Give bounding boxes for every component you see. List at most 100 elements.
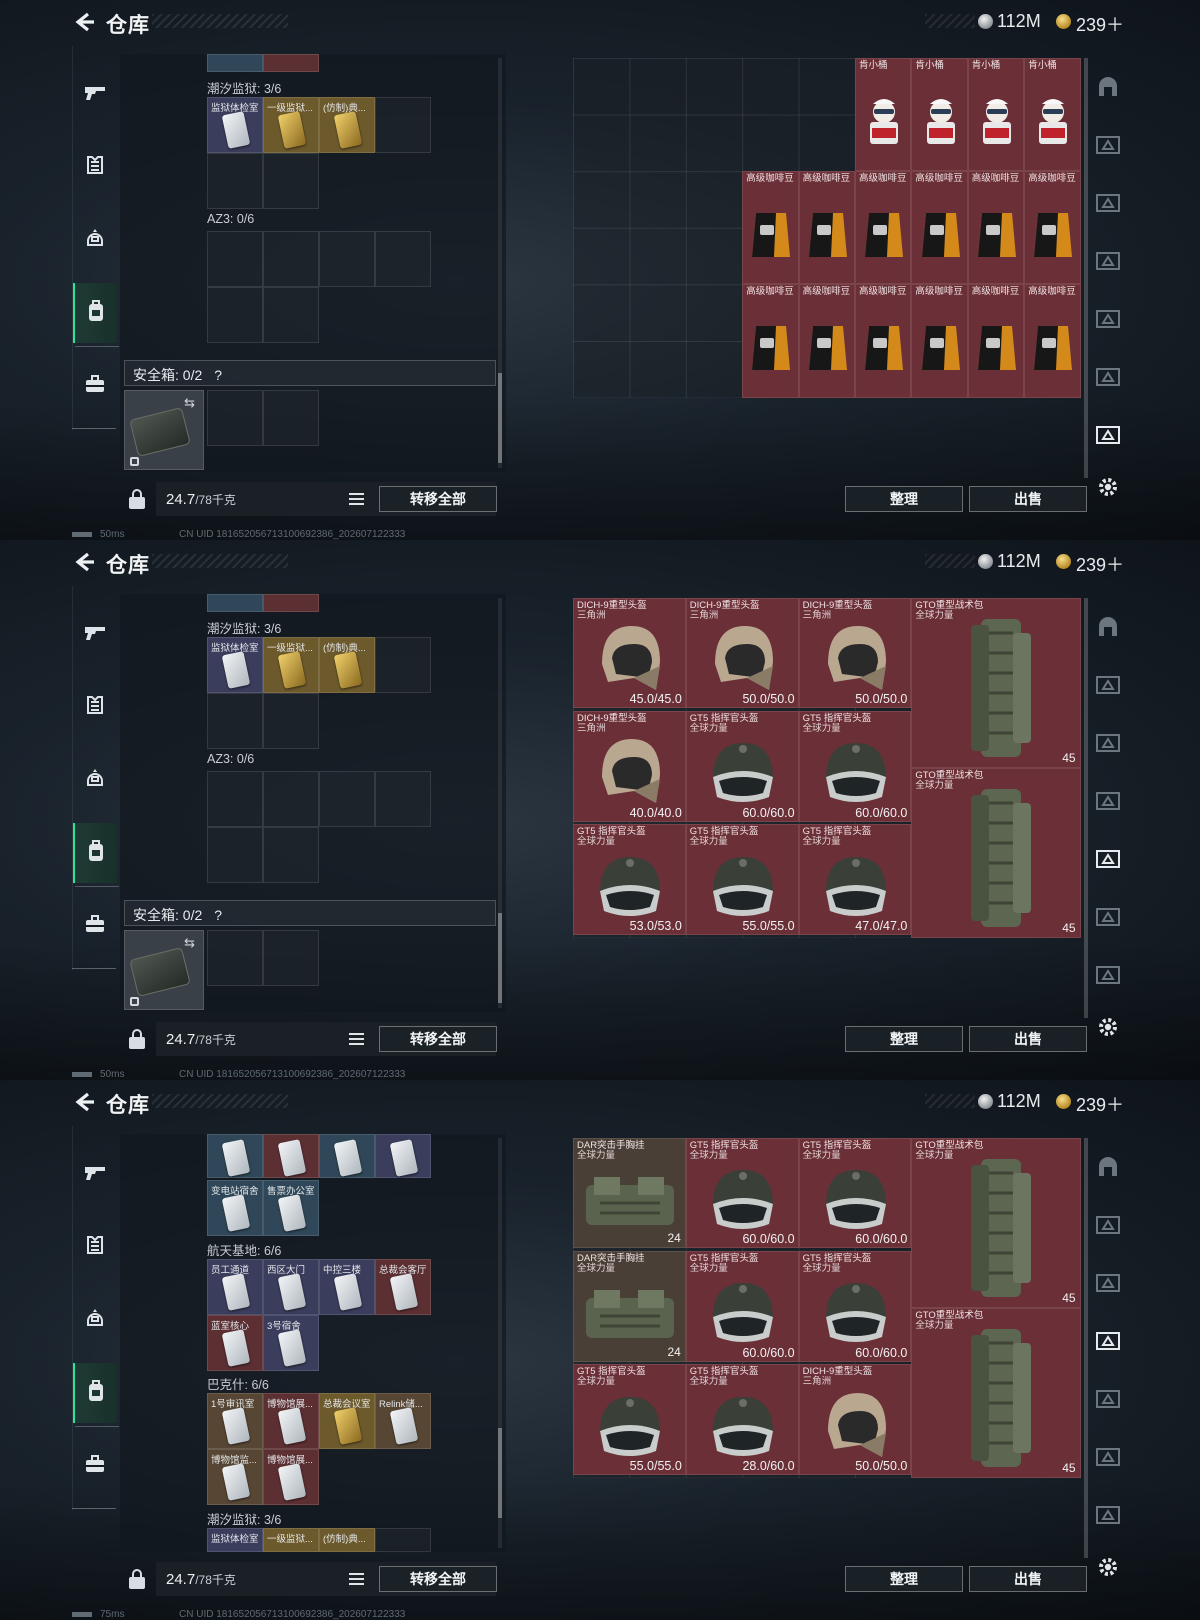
list-view-button[interactable] (345, 487, 369, 511)
settings-button[interactable] (1093, 1554, 1123, 1584)
key-card[interactable]: 总裁会客厅 (375, 1259, 431, 1315)
swap-icon[interactable]: ⇆ (184, 395, 195, 411)
transfer-all-button[interactable]: 转移全部 (379, 1026, 497, 1052)
key-card[interactable]: 蓝室核心 (207, 1315, 263, 1371)
sell-button[interactable]: 出售 (969, 1026, 1087, 1052)
stash-tab-7[interactable] (1093, 422, 1123, 452)
empty-slot[interactable] (263, 231, 319, 287)
stash-tab-2[interactable] (1093, 672, 1123, 702)
empty-slot[interactable] (319, 771, 375, 827)
stash-tab-2[interactable] (1093, 1212, 1123, 1242)
inventory-item[interactable]: 高级咖啡豆 (742, 284, 799, 398)
stash-tab-6[interactable] (1093, 904, 1123, 934)
sort-button[interactable]: 整理 (845, 1026, 963, 1052)
sell-button[interactable]: 出售 (969, 486, 1087, 512)
help-icon[interactable]: ? (214, 367, 222, 383)
empty-slot[interactable] (207, 930, 263, 986)
left-scroll-thumb[interactable] (498, 1428, 502, 1518)
right-scrollbar[interactable] (1084, 1138, 1088, 1558)
empty-slot[interactable] (207, 231, 263, 287)
inventory-item[interactable]: GTO重型战术包 全球力量 45 (911, 598, 1081, 768)
inventory-item[interactable]: 高级咖啡豆 (855, 284, 912, 398)
key-card[interactable]: 监狱体检室 (207, 637, 263, 693)
empty-slot[interactable] (207, 693, 263, 749)
inventory-item[interactable]: DICH-9重型头盔 三角洲 45.0/45.0 (573, 598, 686, 709)
inventory-item[interactable]: 高级咖啡豆 (967, 171, 1025, 285)
inventory-item[interactable]: GT5 指挥官头盔 全球力量 60.0/60.0 (798, 1138, 912, 1249)
inventory-item[interactable]: GT5 指挥官头盔 全球力量 53.0/53.0 (573, 824, 686, 935)
stash-tab-5[interactable] (1093, 846, 1123, 876)
key-card[interactable]: 一级监狱... (263, 1528, 319, 1552)
key-card[interactable] (263, 1134, 319, 1178)
empty-slot[interactable] (263, 390, 319, 446)
transfer-all-button[interactable]: 转移全部 (379, 1566, 497, 1592)
back-button[interactable] (70, 1090, 100, 1118)
key-card[interactable]: 监狱体检室 (207, 1528, 263, 1552)
inventory-item[interactable]: 肯小桶 (967, 58, 1025, 172)
inventory-item[interactable]: 肯小桶 (911, 58, 968, 172)
inventory-item[interactable]: GTO重型战术包 全球力量 45 (911, 767, 1081, 938)
list-view-button[interactable] (345, 1027, 369, 1051)
key-card[interactable] (319, 1134, 375, 1178)
nav-cases[interactable] (73, 896, 117, 956)
inventory-item[interactable]: DICH-9重型头盔 三角洲 50.0/50.0 (685, 598, 799, 709)
empty-slot[interactable] (207, 771, 263, 827)
stash-tab-3[interactable] (1093, 190, 1123, 220)
stash-tab-4[interactable] (1093, 788, 1123, 818)
nav-armor[interactable] (73, 1217, 117, 1277)
nav-helmets[interactable] (73, 750, 117, 810)
back-button[interactable] (70, 550, 100, 578)
nav-backpacks[interactable] (73, 283, 119, 347)
empty-slot[interactable] (319, 231, 375, 287)
inventory-item[interactable]: GT5 指挥官头盔 全球力量 55.0/55.0 (685, 824, 799, 935)
nav-weapons[interactable] (73, 1144, 117, 1204)
stash-tab-6[interactable] (1093, 364, 1123, 394)
inventory-item[interactable]: 高级咖啡豆 (798, 284, 855, 398)
settings-button[interactable] (1093, 1014, 1123, 1044)
sort-button[interactable]: 整理 (845, 1566, 963, 1592)
stash-tab-1[interactable] (1093, 1154, 1123, 1184)
stash-tab-7[interactable] (1093, 962, 1123, 992)
inventory-item[interactable]: 高级咖啡豆 (1024, 171, 1081, 285)
key-card[interactable]: (仿制)典... (319, 1528, 375, 1552)
key-card[interactable]: 员工通道 (207, 1259, 263, 1315)
inventory-item[interactable]: 肯小桶 (855, 58, 912, 172)
inventory-item[interactable]: GT5 指挥官头盔 全球力量 47.0/47.0 (798, 824, 912, 935)
nav-helmets[interactable] (73, 210, 117, 270)
stash-tab-5[interactable] (1093, 1386, 1123, 1416)
swap-icon[interactable]: ⇆ (184, 935, 195, 951)
inventory-item[interactable]: DICH-9重型头盔 三角洲 40.0/40.0 (573, 711, 686, 822)
left-scrollbar[interactable] (498, 598, 502, 1008)
stash-tab-3[interactable] (1093, 730, 1123, 760)
sell-button[interactable]: 出售 (969, 1566, 1087, 1592)
empty-slot[interactable] (207, 153, 263, 209)
inventory-item[interactable]: 高级咖啡豆 (967, 284, 1025, 398)
inventory-item[interactable]: 高级咖啡豆 (798, 171, 855, 285)
stash-tab-1[interactable] (1093, 614, 1123, 644)
right-scrollbar[interactable] (1084, 598, 1088, 1018)
empty-slot[interactable] (375, 771, 431, 827)
empty-slot[interactable] (263, 771, 319, 827)
inventory-item[interactable]: 高级咖啡豆 (911, 284, 968, 398)
key-card[interactable]: 中控三楼 (319, 1259, 375, 1315)
inventory-item[interactable]: DAR突击手胸挂 全球力量 24 (573, 1138, 686, 1249)
key-card[interactable]: 博物馆展... (263, 1393, 319, 1449)
empty-slot[interactable] (263, 930, 319, 986)
stash-tab-2[interactable] (1093, 132, 1123, 162)
empty-slot[interactable] (263, 153, 319, 209)
inventory-item[interactable]: DICH-9重型头盔 三角洲 50.0/50.0 (798, 598, 912, 709)
key-card[interactable]: 3号宿舍 (263, 1315, 319, 1371)
key-card[interactable]: 西区大门 (263, 1259, 319, 1315)
nav-armor[interactable] (73, 677, 117, 737)
inventory-item[interactable]: GTO重型战术包 全球力量 45 (911, 1138, 1081, 1308)
key-card[interactable]: 监狱体检室 (207, 97, 263, 153)
key-card[interactable]: 1号审讯室 (207, 1393, 263, 1449)
transfer-all-button[interactable]: 转移全部 (379, 486, 497, 512)
nav-backpacks[interactable] (73, 823, 119, 887)
inventory-item[interactable]: GT5 指挥官头盔 全球力量 28.0/60.0 (685, 1364, 799, 1475)
safe-box-slot[interactable]: ⇆ (124, 930, 204, 1010)
inventory-item[interactable]: 高级咖啡豆 (1024, 284, 1081, 398)
key-card[interactable]: 博物馆展... (263, 1449, 319, 1505)
inventory-item[interactable]: GT5 指挥官头盔 全球力量 55.0/55.0 (573, 1364, 686, 1475)
nav-cases[interactable] (73, 1436, 117, 1496)
